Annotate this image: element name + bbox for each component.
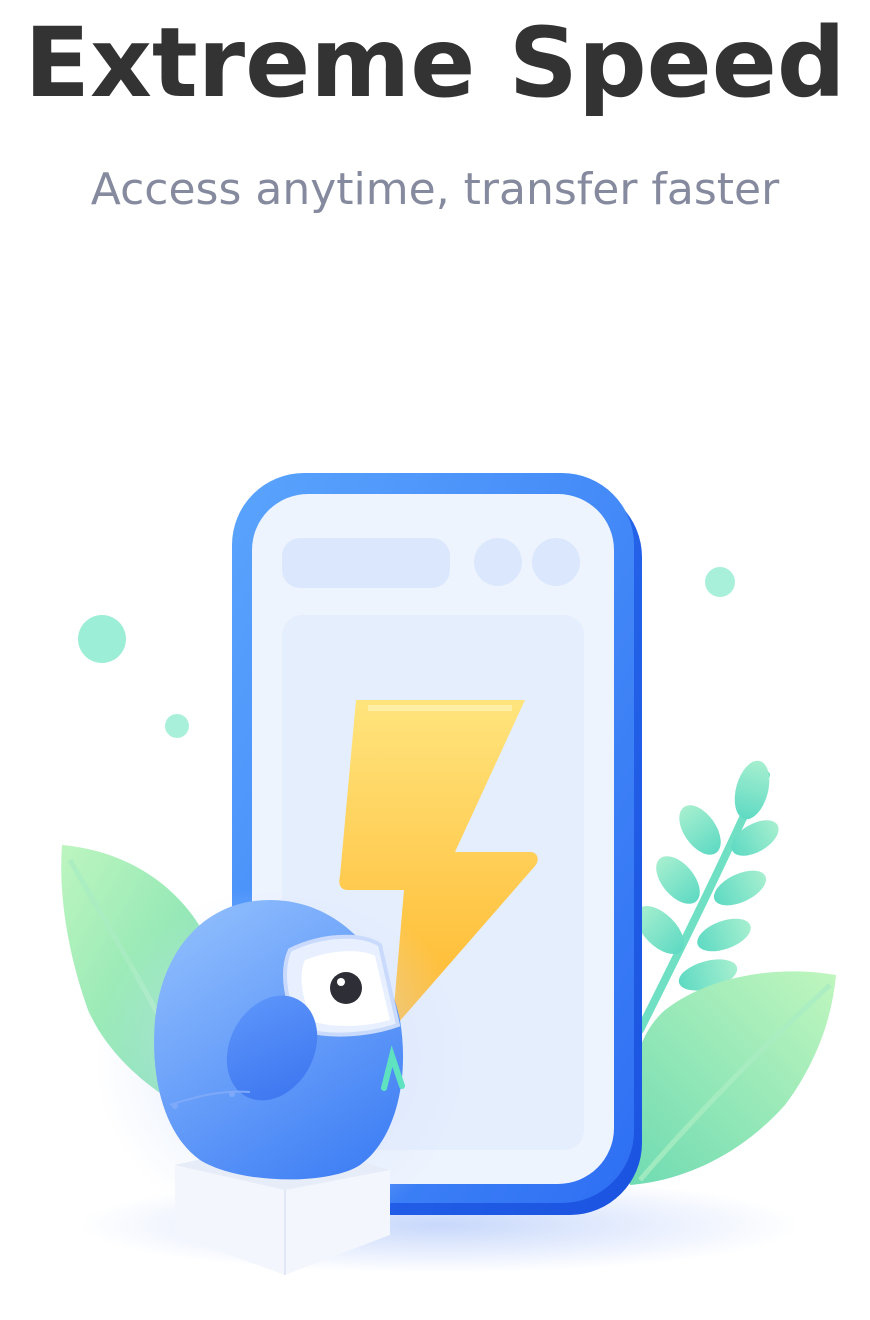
decorative-dot (165, 714, 189, 738)
decorative-dot (78, 615, 126, 663)
speed-illustration (61, 473, 836, 1275)
decorative-dot (705, 567, 735, 597)
leaf-icon (626, 971, 836, 1185)
mascot-icon (154, 900, 405, 1180)
